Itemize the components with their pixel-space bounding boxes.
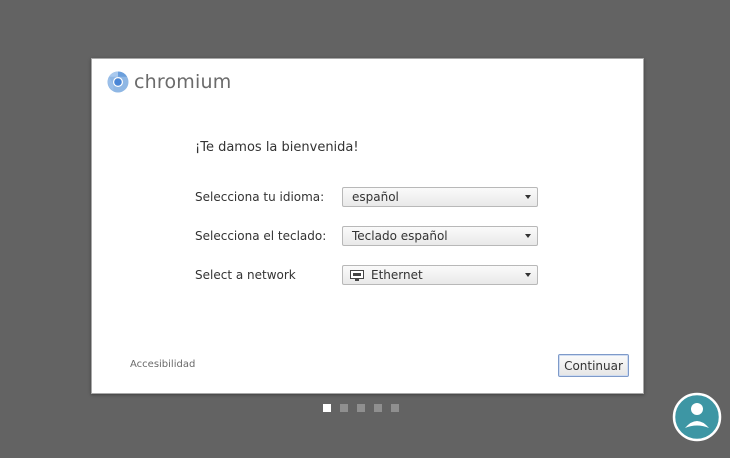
- network-select[interactable]: Ethernet: [342, 265, 538, 285]
- keyboard-label: Selecciona el teclado:: [195, 229, 327, 243]
- language-select[interactable]: español: [342, 187, 538, 207]
- chromium-logo-icon: [107, 71, 129, 93]
- language-row: Selecciona tu idioma: español: [195, 186, 540, 208]
- pager-dot: [340, 404, 348, 412]
- language-select-value: español: [352, 190, 399, 204]
- pager-dot: [374, 404, 382, 412]
- ethernet-icon: [350, 269, 364, 281]
- keyboard-select-value: Teclado español: [352, 229, 448, 243]
- watermark-badge-icon: [672, 392, 722, 442]
- accessibility-link[interactable]: Accesibilidad: [130, 359, 195, 370]
- oobe-welcome-dialog: chromium ¡Te damos la bienvenida! Selecc…: [91, 58, 644, 394]
- keyboard-row: Selecciona el teclado: Teclado español: [195, 225, 540, 247]
- network-label: Select a network: [195, 268, 296, 282]
- pager-dot: [357, 404, 365, 412]
- language-label: Selecciona tu idioma:: [195, 190, 325, 204]
- network-select-value: Ethernet: [371, 268, 423, 282]
- pager-dot: [391, 404, 399, 412]
- brand-name: chromium: [134, 71, 232, 93]
- keyboard-select[interactable]: Teclado español: [342, 226, 538, 246]
- step-pager: [323, 404, 399, 412]
- pager-dot-active: [323, 404, 331, 412]
- network-row: Select a network Ethernet: [195, 264, 540, 286]
- chevron-down-icon: [525, 195, 531, 199]
- chevron-down-icon: [525, 273, 531, 277]
- continue-button[interactable]: Continuar: [558, 354, 629, 377]
- brand-header: chromium: [107, 71, 231, 93]
- chevron-down-icon: [525, 234, 531, 238]
- welcome-heading: ¡Te damos la bienvenida!: [195, 140, 359, 155]
